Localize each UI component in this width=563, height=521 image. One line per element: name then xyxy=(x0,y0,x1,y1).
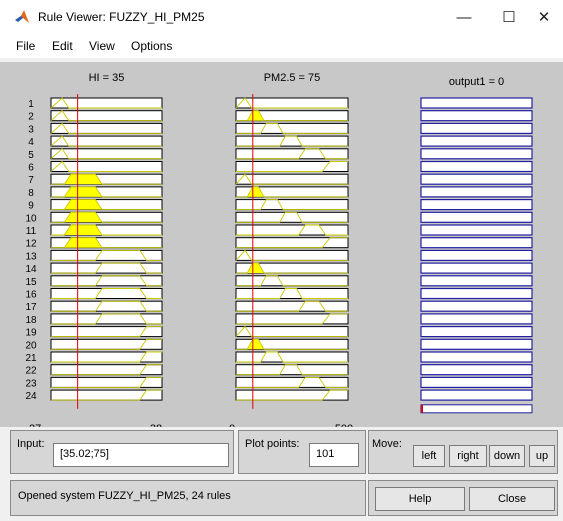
rule-number: 15 xyxy=(25,277,37,288)
rule-number: 24 xyxy=(25,391,37,402)
rule-number: 22 xyxy=(25,366,37,377)
menu-file[interactable]: File xyxy=(16,39,35,53)
rule-number: 5 xyxy=(28,150,34,161)
output-rule-box xyxy=(420,186,533,198)
rule-number: 8 xyxy=(28,188,34,199)
output-rule-box xyxy=(420,249,533,261)
rule-number: 4 xyxy=(28,137,34,148)
output-rule-box xyxy=(420,338,533,350)
maximize-button[interactable]: ☐ xyxy=(492,4,526,30)
output-rule-box xyxy=(420,275,533,287)
input-panel: Input: [35.02;75] xyxy=(10,430,234,474)
move-down-button[interactable]: down xyxy=(489,445,525,467)
pm25-axis-max: 500 xyxy=(335,423,353,427)
rule-plot-area: HI = 35 PM2.5 = 75 output1 = 0 1 2 3 4 5 6 7 8 9 10 1… xyxy=(0,62,563,427)
input-field[interactable]: [35.02;75] xyxy=(53,443,229,467)
plot-points-panel: Plot points: 101 xyxy=(238,430,366,474)
close-window-button[interactable]: ✕ xyxy=(527,4,561,30)
rule-number: 20 xyxy=(25,340,37,351)
rule-plot-canvas: HI = 35 PM2.5 = 75 output1 = 0123456789101… xyxy=(25,72,533,427)
close-button[interactable]: Close xyxy=(469,487,555,511)
hi-axis-min: 27 xyxy=(29,423,41,427)
output-rule-box xyxy=(420,313,533,325)
aggregate-output-box xyxy=(420,404,533,414)
rule-number: 19 xyxy=(25,328,37,339)
output-rule-box xyxy=(420,122,533,135)
output-rule-box xyxy=(420,224,533,236)
output-rule-box xyxy=(420,148,533,160)
window-title: Rule Viewer: FUZZY_HI_PM25 xyxy=(38,10,205,24)
status-text: Opened system FUZZY_HI_PM25, 24 rules xyxy=(18,490,231,502)
rule-number: 9 xyxy=(28,201,34,212)
rule-number: 21 xyxy=(25,353,37,364)
rule-number: 17 xyxy=(25,302,37,313)
matlab-logo-icon xyxy=(15,10,29,23)
output-rule-box xyxy=(420,211,533,223)
hi-axis-max: 38 xyxy=(150,423,162,427)
output-rule-box xyxy=(420,135,533,147)
menu-bar: File Edit View Options xyxy=(0,34,563,58)
output-rule-box xyxy=(420,237,533,249)
output-rule-box xyxy=(420,364,533,376)
move-up-button[interactable]: up xyxy=(529,445,555,467)
output-rule-box xyxy=(420,160,533,173)
status-panel: Opened system FUZZY_HI_PM25, 24 rules xyxy=(10,480,366,516)
output-column-title: output1 = 0 xyxy=(449,76,504,88)
pm25-axis-min: 0 xyxy=(229,423,235,427)
output-rule-box xyxy=(420,300,533,312)
move-panel: Move: left right down up xyxy=(368,430,558,474)
menu-view[interactable]: View xyxy=(89,39,115,53)
rule-number: 16 xyxy=(25,290,37,301)
output-rule-box xyxy=(420,389,533,401)
output-rule-box xyxy=(420,262,533,274)
rule-number: 7 xyxy=(28,175,34,186)
rule-number: 12 xyxy=(25,239,37,250)
output-rule-box xyxy=(420,199,533,211)
plot-points-field[interactable]: 101 xyxy=(309,443,359,467)
rule-number: 2 xyxy=(28,112,34,123)
hi-column-title: HI = 35 xyxy=(89,72,125,84)
plot-points-label: Plot points: xyxy=(245,438,300,450)
rule-number: 3 xyxy=(28,124,34,135)
minimize-button[interactable]: — xyxy=(447,4,481,30)
output-rule-box xyxy=(420,351,533,363)
title-bar: Rule Viewer: FUZZY_HI_PM25 — ☐ ✕ xyxy=(0,0,563,34)
rule-number: 10 xyxy=(25,213,37,224)
output-rule-box xyxy=(420,110,533,122)
move-label: Move: xyxy=(372,438,402,450)
help-close-panel: Help Close xyxy=(368,480,558,516)
output-rule-box xyxy=(420,326,533,338)
pm25-column-title: PM2.5 = 75 xyxy=(264,72,321,84)
output-rule-box xyxy=(420,97,533,109)
output-rule-box xyxy=(420,287,533,300)
menu-edit[interactable]: Edit xyxy=(52,39,73,53)
rule-number: 18 xyxy=(25,315,37,326)
rule-number: 11 xyxy=(26,226,37,237)
rule-number: 13 xyxy=(25,251,37,262)
move-left-button[interactable]: left xyxy=(413,445,445,467)
rule-number: 1 xyxy=(28,99,34,110)
input-label: Input: xyxy=(17,438,45,450)
output-rule-box xyxy=(420,173,533,185)
rule-number: 14 xyxy=(25,264,37,275)
rule-number: 23 xyxy=(25,378,37,389)
move-right-button[interactable]: right xyxy=(449,445,487,467)
rule-number: 6 xyxy=(28,163,34,174)
help-button[interactable]: Help xyxy=(375,487,465,511)
output-rule-box xyxy=(420,376,533,388)
menu-options[interactable]: Options xyxy=(131,39,172,53)
